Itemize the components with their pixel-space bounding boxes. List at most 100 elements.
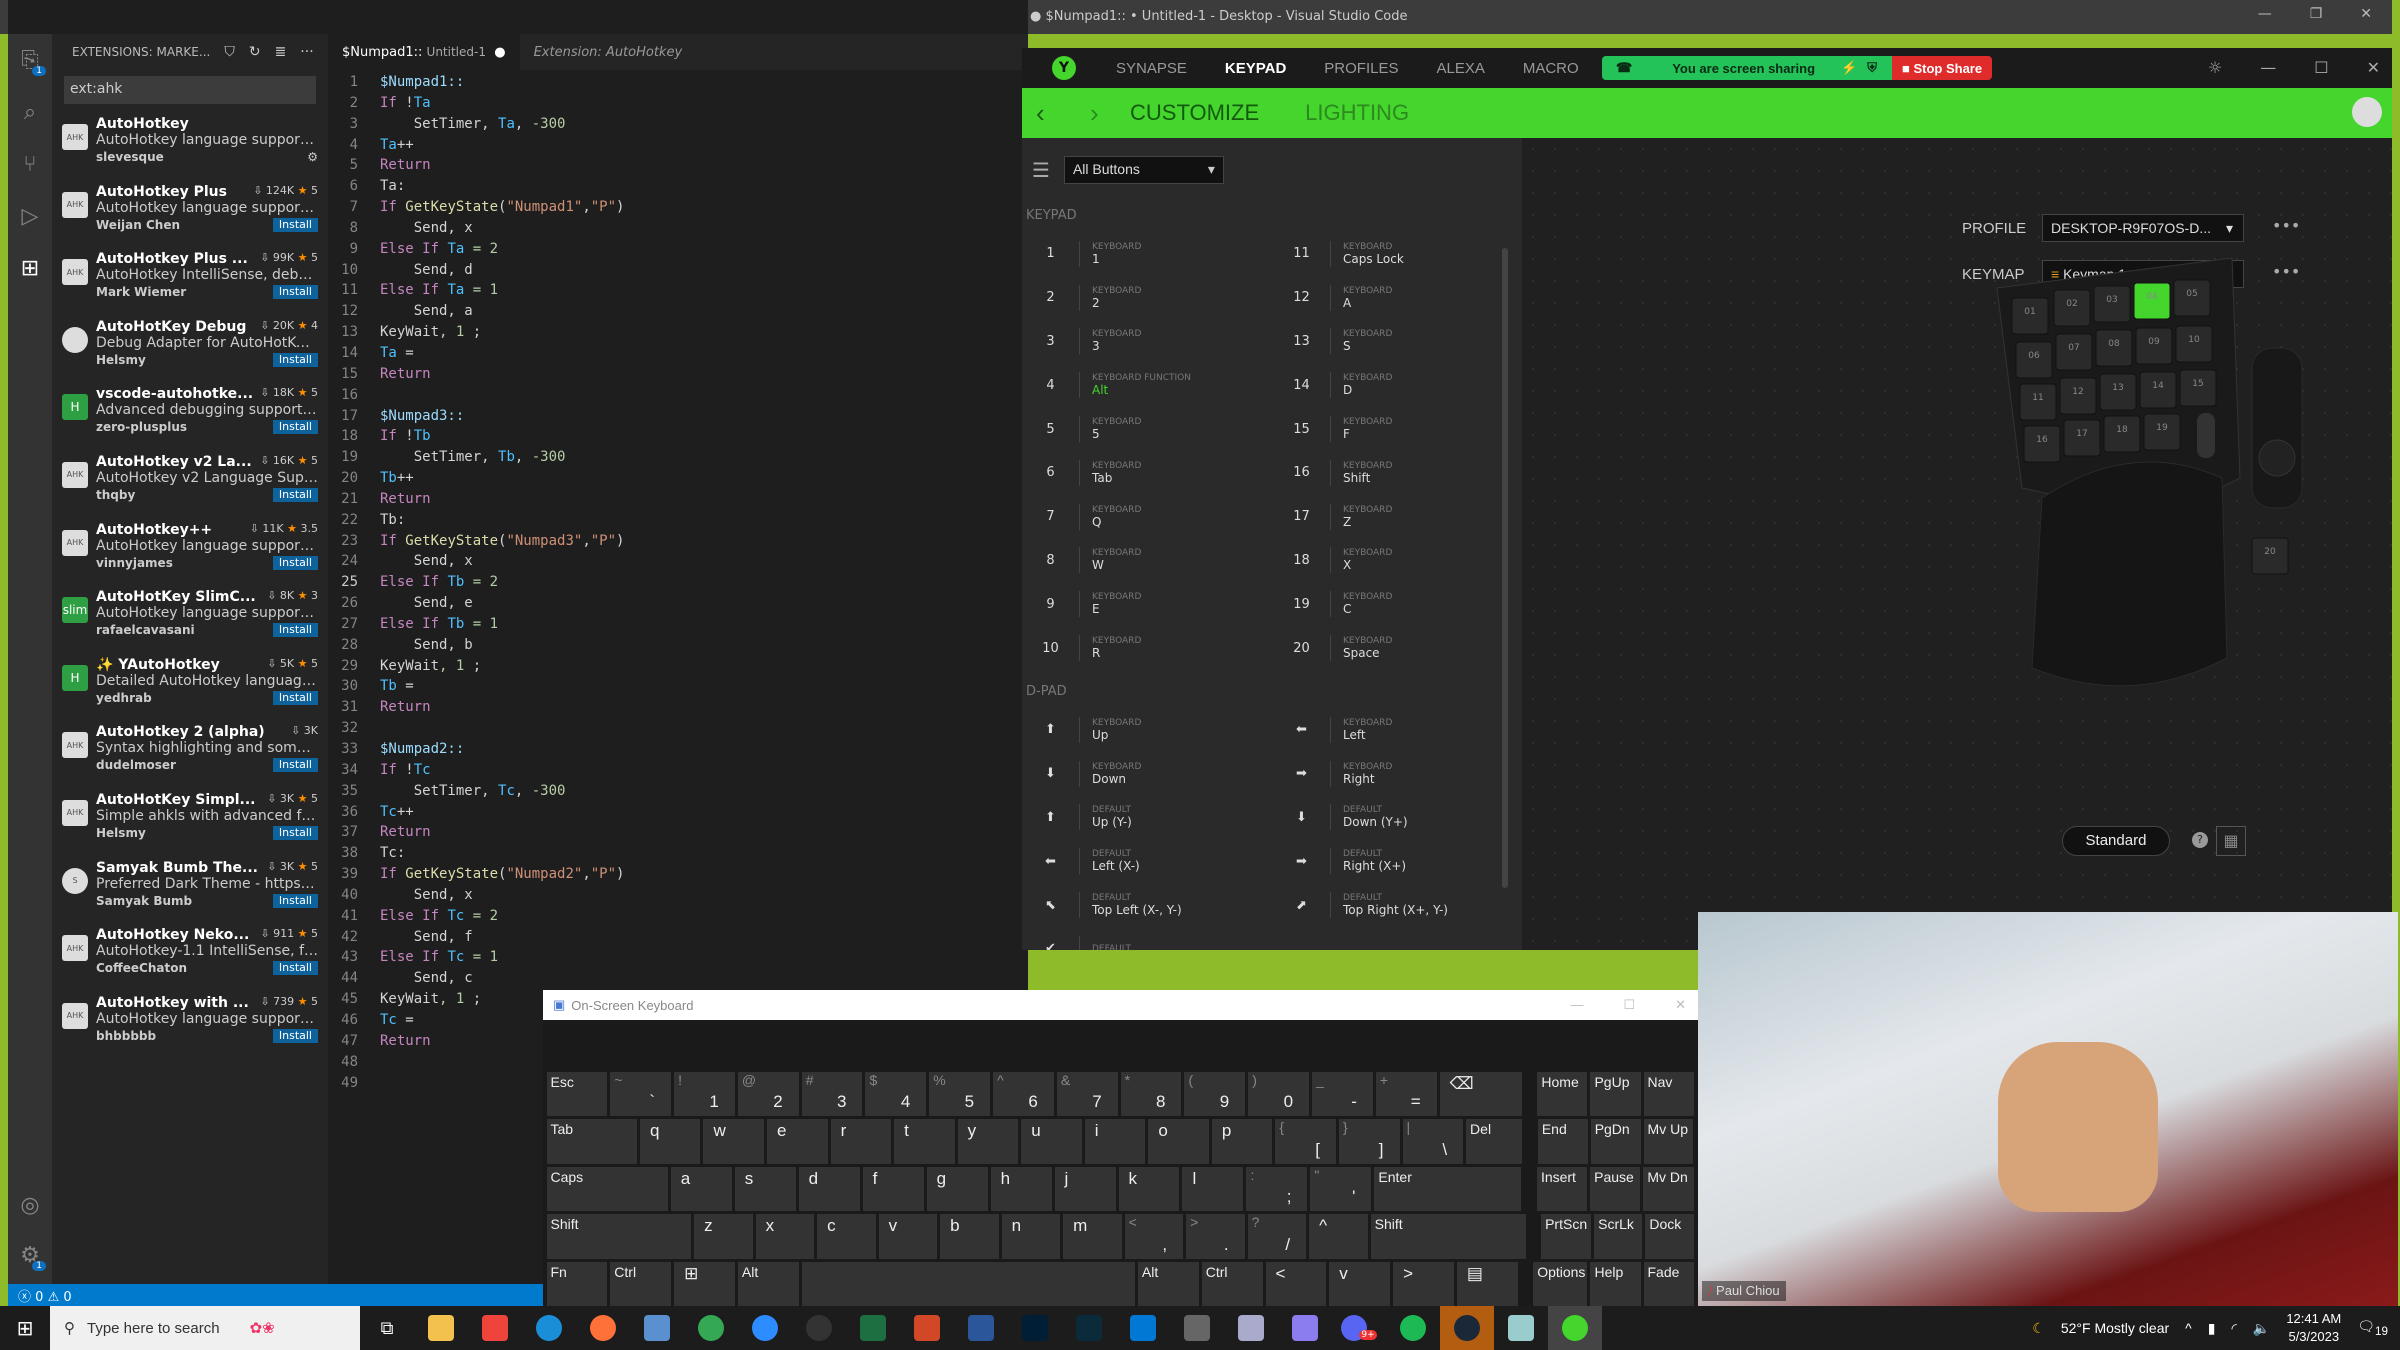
key-assignment[interactable]: 6 KEYBOARD Tab xyxy=(1022,451,1273,495)
key-assignment[interactable]: 4 KEYBOARD FUNCTION Alt xyxy=(1022,363,1273,407)
clear-icon[interactable]: ≣ xyxy=(275,44,287,60)
extension-item[interactable]: AutoHotKey Debug ⇩ 20K ★ 4 Debug Adapter f… xyxy=(52,315,328,383)
osk-key-mvup[interactable]: Mv Up xyxy=(1643,1119,1694,1164)
osk-key-help[interactable]: Help xyxy=(1590,1261,1641,1306)
extension-item[interactable]: slim AutoHotKey SlimC... ⇩ 8K ★ 3 AutoHotke… xyxy=(52,585,328,653)
extension-item[interactable]: AHK AutoHotkey Neko... ⇩ 911 ★ 5 AutoHotkey… xyxy=(52,923,328,991)
osk-key-z[interactable]: z xyxy=(694,1214,753,1259)
osk-key-[interactable]: _ - xyxy=(1312,1071,1373,1116)
key-assignment[interactable]: 7 KEYBOARD Q xyxy=(1022,495,1273,539)
extension-item[interactable]: Hvscode-autohotke... ⇩ 18K ★ 5 Advanced de… xyxy=(52,382,328,450)
filter-icon[interactable]: ⛉ xyxy=(224,44,235,60)
osk-key-shift[interactable]: Shift xyxy=(546,1214,692,1259)
virtualbox-icon[interactable] xyxy=(1224,1306,1278,1350)
extension-item[interactable]: AHK AutoHotkey v2 La... ⇩ 16K ★ 5 AutoHotke… xyxy=(52,450,328,518)
remote-desktop-icon[interactable] xyxy=(630,1306,684,1350)
obs-icon[interactable] xyxy=(792,1306,846,1350)
extension-item[interactable]: AHK AutoHotkey with ... ⇩ 739 ★ 5 AutoHotke… xyxy=(52,991,328,1059)
tab-untitled-1[interactable]: $Numpad1:: Untitled-1 ● xyxy=(328,34,520,70)
volume-icon[interactable]: 🔈 xyxy=(2253,1320,2270,1337)
key-assignment[interactable]: ➡ DEFAULT Right (X+) xyxy=(1273,839,1522,883)
key-assignment[interactable]: ⬅ DEFAULT Left (X-) xyxy=(1022,839,1273,883)
key-assignment[interactable]: ⬇ DEFAULT Down (Y+) xyxy=(1273,796,1522,840)
nav-keypad[interactable]: KEYPAD xyxy=(1225,60,1286,77)
osk-key-s[interactable]: s xyxy=(734,1166,796,1211)
minimize-icon[interactable]: — xyxy=(2260,58,2276,77)
key-assignment[interactable]: 11 KEYBOARD Caps Lock xyxy=(1273,232,1522,276)
extension-item[interactable]: AHK AutoHotkey++ ⇩ 11K ★ 3.5 AutoHotkey lan… xyxy=(52,518,328,586)
vscode-icon[interactable] xyxy=(1116,1306,1170,1350)
settings-icon[interactable]: ☼ xyxy=(2208,58,2222,77)
install-button[interactable]: Install xyxy=(272,1028,318,1043)
osk-key-home[interactable]: Home xyxy=(1537,1071,1588,1116)
app-icon[interactable] xyxy=(1278,1306,1332,1350)
chrome-icon[interactable] xyxy=(684,1306,738,1350)
user-avatar[interactable] xyxy=(2352,97,2382,127)
tab-extension-autohotkey[interactable]: Extension: AutoHotkey xyxy=(520,34,697,70)
install-button[interactable]: Install xyxy=(272,555,318,570)
osk-key-[interactable]: {[ xyxy=(1275,1119,1336,1164)
osk-key-prtscn[interactable]: PrtScn xyxy=(1541,1214,1592,1259)
key-assignment[interactable]: 8 KEYBOARD W xyxy=(1022,539,1273,583)
osk-key-[interactable]: | \ xyxy=(1402,1119,1464,1164)
status-bar[interactable]: ⓧ 0 ⚠ 0 xyxy=(8,1284,545,1306)
key-assignment[interactable]: ⬆ KEYBOARD Up xyxy=(1022,708,1273,752)
file-explorer-icon[interactable] xyxy=(414,1306,468,1350)
osk-key-a[interactable]: a xyxy=(670,1166,732,1211)
button-filter-dropdown[interactable]: All Buttons xyxy=(1063,156,1224,184)
osk-key-4[interactable]: $4 xyxy=(865,1071,927,1116)
extension-item[interactable]: S Samyak Bumb The... ⇩ 3K ★ 5 Preferred Dar… xyxy=(52,856,328,924)
nav-macro[interactable]: MACRO xyxy=(1523,60,1579,77)
key-assignment[interactable]: 12 KEYBOARD A xyxy=(1273,276,1522,320)
code-editor[interactable]: 1 $Numpad1:: 2 If !Ta 3 SetTimer, Ta, -300 4 T… xyxy=(328,72,624,1093)
extension-item[interactable]: AHK AutoHotkey 2 (alpha) ⇩ 3K Syntax highli… xyxy=(52,720,328,788)
osk-key-v[interactable]: v xyxy=(878,1214,938,1259)
microphone-icon[interactable]: ▮ xyxy=(2208,1320,2216,1337)
osk-key-6[interactable]: ^ 6 xyxy=(993,1071,1054,1116)
install-button[interactable]: Install xyxy=(272,893,318,908)
minimize-icon[interactable]: — xyxy=(2258,6,2272,22)
key-assignment[interactable]: 20 KEYBOARD Space xyxy=(1273,626,1522,670)
install-button[interactable]: Install xyxy=(272,487,318,502)
osk-key-[interactable]: > xyxy=(1393,1261,1454,1306)
install-button[interactable]: Install xyxy=(272,285,318,300)
osk-key-mvdn[interactable]: Mv Dn xyxy=(1643,1166,1694,1211)
osk-key-enter[interactable]: Enter xyxy=(1374,1166,1522,1211)
help-icon[interactable]: ? xyxy=(2192,832,2208,848)
osk-key-1[interactable]: ! 1 xyxy=(674,1071,735,1116)
maximize-icon[interactable]: ❐ xyxy=(2310,6,2323,22)
extension-item[interactable]: AHK AutoHotkey Plus ⇩ 124K ★ 5 AutoHotkey l… xyxy=(52,180,328,248)
install-button[interactable]: Install xyxy=(272,217,318,232)
osk-key-end[interactable]: End xyxy=(1537,1119,1588,1164)
osk-key-insert[interactable]: Insert xyxy=(1536,1166,1588,1211)
osk-key-u[interactable]: u xyxy=(1021,1119,1082,1164)
key-assignment[interactable]: 14 KEYBOARD D xyxy=(1273,363,1522,407)
run-debug-icon[interactable]: ▷ xyxy=(8,190,52,242)
extension-item[interactable]: H ✨ YAutoHotkey ⇩ 5K ★ 5 Detailed AutoHotke… xyxy=(52,653,328,721)
back-arrow-icon[interactable]: ‹ xyxy=(1036,98,1076,129)
edge-icon[interactable] xyxy=(522,1306,576,1350)
maximize-icon[interactable]: ☐ xyxy=(1623,997,1635,1013)
osk-key-c[interactable]: c xyxy=(817,1214,876,1259)
osk-key-0[interactable]: ) 0 xyxy=(1248,1071,1310,1116)
install-button[interactable]: Install xyxy=(272,690,318,705)
key-assignment[interactable]: ⬆ DEFAULT Up (Y-) xyxy=(1022,796,1273,840)
key-assignment[interactable]: ⬅ KEYBOARD Left xyxy=(1273,708,1522,752)
account-icon[interactable]: ◎ xyxy=(8,1179,52,1231)
key-assignment[interactable]: 19 KEYBOARD C xyxy=(1273,582,1522,626)
nav-synapse[interactable]: SYNAPSE xyxy=(1116,60,1187,77)
refresh-icon[interactable]: ↻ xyxy=(249,44,261,60)
osk-key-[interactable]: ? / xyxy=(1247,1214,1307,1259)
osk-key-n[interactable]: n xyxy=(1001,1214,1061,1259)
osk-key-b[interactable]: b xyxy=(940,1214,999,1259)
minimize-icon[interactable]: — xyxy=(1570,997,1583,1013)
osk-key-x[interactable]: x xyxy=(755,1214,815,1259)
key-assignment[interactable]: ⬉ DEFAULT Top Left (X-, Y-) xyxy=(1022,883,1273,927)
install-button[interactable]: Install xyxy=(272,758,318,773)
key-assignment[interactable]: 5 KEYBOARD 5 xyxy=(1022,407,1273,451)
osk-key-k[interactable]: k xyxy=(1118,1166,1180,1211)
close-icon[interactable]: ✕ xyxy=(2360,6,2372,22)
key-assignment[interactable]: 13 KEYBOARD S xyxy=(1273,320,1522,364)
zoom-icon[interactable] xyxy=(738,1306,792,1350)
osk-key-m[interactable]: m xyxy=(1063,1214,1122,1259)
